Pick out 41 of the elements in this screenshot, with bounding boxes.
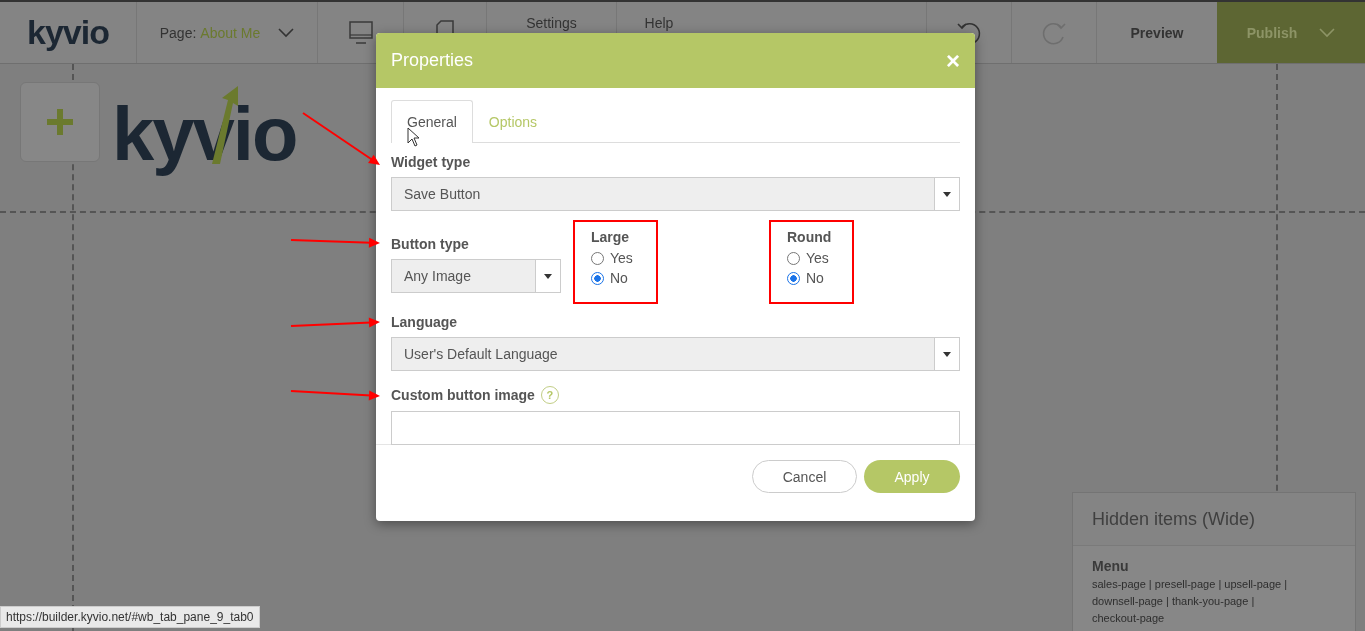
field-label: Button type (391, 236, 470, 252)
logo[interactable]: kyvio (27, 13, 109, 52)
preview-button[interactable]: Preview (1130, 24, 1184, 41)
plus-icon (45, 107, 75, 137)
radio-label: No (610, 270, 628, 286)
tab[interactable]: General (391, 100, 473, 143)
chevron-down-icon[interactable] (278, 27, 295, 38)
mouse-pointer-icon (407, 127, 421, 147)
field-label: Round (787, 229, 833, 245)
radio-label: Yes (806, 250, 829, 266)
field-label: Language (391, 314, 459, 330)
chevron-down-icon[interactable] (1319, 27, 1336, 38)
field-label: Large (591, 229, 631, 245)
radio-button[interactable] (591, 251, 604, 265)
select-field[interactable]: Any Image (391, 259, 561, 293)
settings-menu[interactable]: Settings (526, 15, 577, 31)
field-label: Widget type (391, 154, 472, 170)
radio-label: Yes (610, 250, 633, 266)
panel-title: Hidden items (Wide) (1092, 508, 1256, 530)
menu-heading: Menu (1092, 558, 1130, 574)
radio-button[interactable] (787, 251, 800, 265)
caret-icon (943, 351, 951, 357)
dialog-title: Properties (391, 50, 474, 71)
select-field[interactable]: Save Button (391, 177, 960, 211)
select-field[interactable]: User's Default Language (391, 337, 960, 371)
cancel-button[interactable]: Cancel (752, 460, 857, 493)
monitor-icon[interactable] (347, 19, 374, 46)
menu-links: sales-page | presell-page | upsell-page | downsell-page | thank-you-page | checkout-page (1092, 577, 1289, 626)
page-label: Page: (159, 24, 197, 41)
radio-label: No (806, 270, 824, 286)
radio-button[interactable] (591, 271, 604, 285)
field-label: Custom button image (391, 387, 535, 403)
caret-icon (544, 273, 552, 279)
radio-button[interactable] (787, 271, 800, 285)
close-button[interactable]: × (946, 46, 960, 75)
apply-button[interactable]: Apply (864, 460, 960, 493)
input-field[interactable] (391, 411, 960, 445)
caret-icon (943, 191, 951, 197)
tab[interactable]: Options (472, 100, 554, 143)
help-menu[interactable]: Help (644, 15, 674, 31)
status-url: https://builder.kyvio.net/#wb_tab_pane_9_tab0 (0, 606, 260, 628)
